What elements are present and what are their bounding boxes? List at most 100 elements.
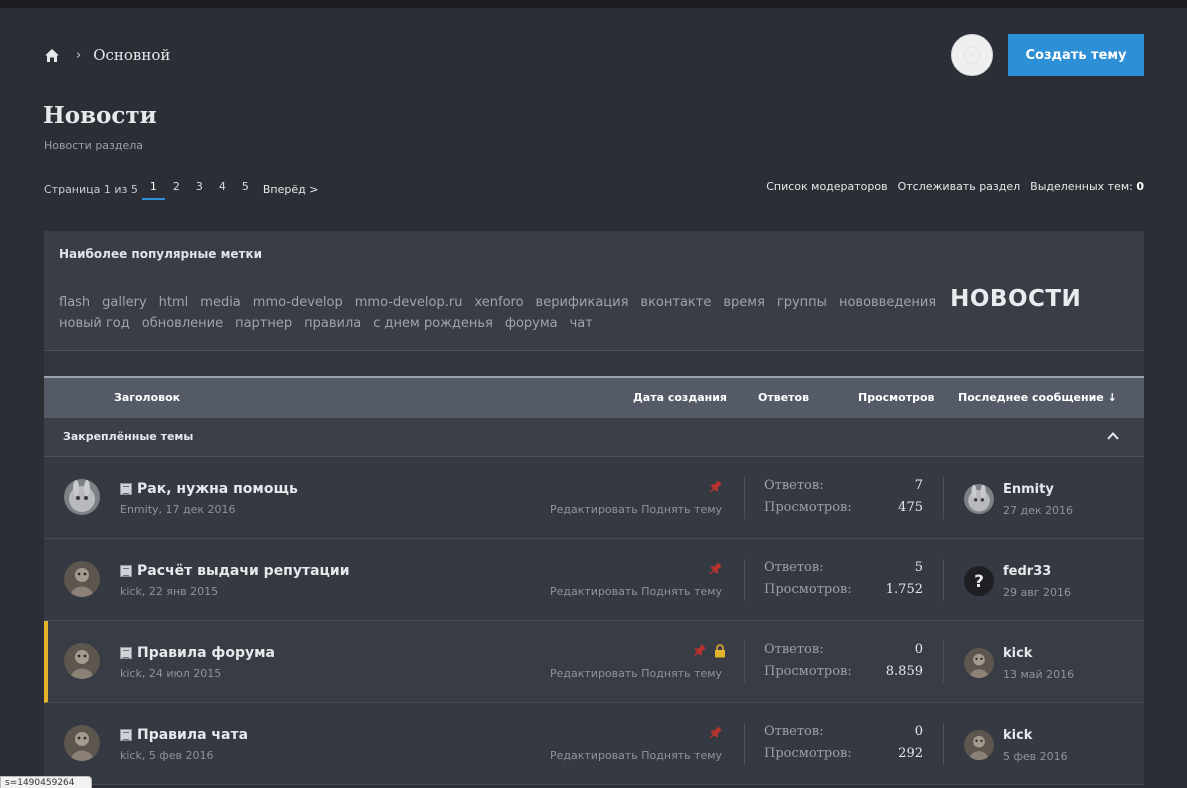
views-count: 8.859: [885, 664, 923, 679]
last-post-date[interactable]: 27 дек 2016: [1003, 504, 1073, 517]
page-link-2[interactable]: 2: [165, 178, 188, 200]
pagination-label: Страница 1 из 5: [44, 182, 138, 196]
page-link-1[interactable]: 1: [141, 178, 165, 200]
tag-featured[interactable]: НОВОСТИ: [950, 286, 1081, 312]
thread-title[interactable]: Рак, нужна помощь: [137, 481, 298, 497]
page-next-link[interactable]: Вперёд >: [263, 183, 319, 196]
replies-count: 0: [914, 724, 923, 739]
views-label: Просмотров:: [764, 582, 852, 597]
compass-button[interactable]: [951, 34, 993, 76]
thread-row[interactable]: Расчёт выдачи репутации kick, 22 янв 201…: [44, 539, 1144, 621]
thread-meta: kick, 22 янв 2015: [120, 585, 219, 598]
tag[interactable]: форума: [505, 316, 558, 331]
views-label: Просмотров:: [764, 746, 852, 761]
tag[interactable]: правила: [304, 316, 361, 331]
last-poster-name[interactable]: kick: [1003, 728, 1032, 743]
selected-threads[interactable]: Выделенных тем: 0: [1030, 180, 1144, 193]
last-poster-name[interactable]: fedr33: [1003, 564, 1051, 579]
last-post-date[interactable]: 13 май 2016: [1003, 668, 1074, 681]
tag[interactable]: нововведения: [839, 295, 936, 310]
last-poster-name[interactable]: Enmity: [1003, 482, 1054, 497]
tag[interactable]: mmo-develop: [253, 295, 343, 310]
divider: [943, 477, 944, 519]
tag[interactable]: html: [159, 295, 189, 310]
tag[interactable]: xenforo: [474, 295, 523, 310]
tags-line-1: flash gallery html media mmo-develop mmo…: [59, 286, 1093, 312]
thread-title[interactable]: Правила чата: [137, 727, 248, 743]
tag[interactable]: чат: [570, 316, 593, 331]
replies-label: Ответов:: [764, 724, 824, 739]
last-poster-avatar[interactable]: ?: [964, 566, 994, 596]
last-post-date[interactable]: 29 авг 2016: [1003, 586, 1071, 599]
page-link-4[interactable]: 4: [211, 178, 234, 200]
thread-title-line: Правила чата: [120, 727, 248, 743]
selected-label: Выделенных тем:: [1030, 180, 1133, 193]
chevron-up-icon[interactable]: [1106, 429, 1120, 443]
page-link-3[interactable]: 3: [188, 178, 211, 200]
last-poster-avatar[interactable]: [964, 730, 994, 760]
divider: [943, 559, 944, 601]
column-title[interactable]: Заголовок: [114, 391, 180, 404]
column-views[interactable]: Просмотров: [858, 391, 934, 404]
breadcrumb-section[interactable]: Основной: [93, 46, 170, 64]
thread-actions[interactable]: Редактировать Поднять тему: [550, 667, 722, 680]
starter-avatar[interactable]: [64, 479, 100, 515]
column-replies[interactable]: Ответов: [758, 391, 809, 404]
page-link-5[interactable]: 5: [234, 178, 257, 200]
starter-avatar[interactable]: [64, 725, 100, 761]
thread-row[interactable]: Рак, нужна помощь Enmity, 17 дек 2016 Ре…: [44, 457, 1144, 539]
create-thread-button[interactable]: Создать тему: [1008, 34, 1144, 76]
tag[interactable]: верификация: [536, 295, 629, 310]
pin-icon: [693, 642, 707, 657]
watch-forum-link[interactable]: Отслеживать раздел: [898, 180, 1021, 193]
thread-meta: kick, 5 фев 2016: [120, 749, 214, 762]
thread-actions[interactable]: Редактировать Поднять тему: [550, 749, 722, 762]
starter-avatar[interactable]: [64, 643, 100, 679]
thread-checkbox-icon[interactable]: [120, 729, 132, 741]
thread-checkbox-icon[interactable]: [120, 483, 132, 495]
page-description: Новости раздела: [44, 139, 144, 152]
thread-title[interactable]: Правила форума: [137, 645, 275, 661]
last-poster-name[interactable]: kick: [1003, 646, 1032, 661]
tag[interactable]: обновление: [142, 316, 223, 331]
last-poster-avatar[interactable]: [964, 648, 994, 678]
views-count: 292: [898, 746, 923, 761]
pin-icon: [709, 560, 723, 575]
column-created[interactable]: Дата создания: [633, 391, 727, 404]
tag[interactable]: вконтакте: [640, 295, 711, 310]
replies-count: 0: [914, 642, 923, 657]
thread-title-line: Правила форума: [120, 645, 275, 661]
thread-checkbox-icon[interactable]: [120, 647, 132, 659]
pagination: Страница 1 из 5 1 2 3 4 5 Вперёд >: [44, 178, 318, 200]
last-post-date[interactable]: 5 фев 2016: [1003, 750, 1068, 763]
status-tooltip: s=1490459264: [0, 776, 92, 788]
starter-avatar[interactable]: [64, 561, 100, 597]
thread-actions[interactable]: Редактировать Поднять тему: [550, 585, 722, 598]
tag[interactable]: media: [200, 295, 241, 310]
tag[interactable]: время: [723, 295, 765, 310]
tag[interactable]: партнер: [235, 316, 292, 331]
compass-icon: [963, 46, 981, 64]
thread-checkbox-icon[interactable]: [120, 565, 132, 577]
last-poster-avatar[interactable]: [964, 484, 994, 514]
tag[interactable]: gallery: [102, 295, 146, 310]
tag[interactable]: flash: [59, 295, 90, 310]
thread-title[interactable]: Расчёт выдачи репутации: [137, 563, 350, 579]
tag[interactable]: группы: [777, 295, 827, 310]
divider: [943, 723, 944, 765]
thread-list-header: Заголовок Дата создания Ответов Просмотр…: [44, 376, 1144, 418]
breadcrumb: › Основной: [44, 44, 170, 66]
views-label: Просмотров:: [764, 500, 852, 515]
moderators-link[interactable]: Список модераторов: [766, 180, 887, 193]
thread-actions[interactable]: Редактировать Поднять тему: [550, 503, 722, 516]
thread-row[interactable]: Правила чата kick, 5 фев 2016 Редактиров…: [44, 703, 1144, 785]
column-last-post[interactable]: Последнее сообщение ↓: [958, 391, 1117, 404]
tag[interactable]: mmo-develop.ru: [355, 295, 463, 310]
replies-label: Ответов:: [764, 642, 824, 657]
moderation-links: Список модераторов Отслеживать раздел Вы…: [756, 180, 1144, 193]
tag[interactable]: новый год: [59, 316, 130, 331]
home-icon[interactable]: [44, 46, 62, 64]
thread-row[interactable]: Правила форума kick, 24 июл 2015 Редакти…: [44, 621, 1144, 703]
sticky-threads-bar[interactable]: Закреплённые темы: [44, 418, 1144, 457]
tag[interactable]: с днем рожденья: [373, 316, 493, 331]
